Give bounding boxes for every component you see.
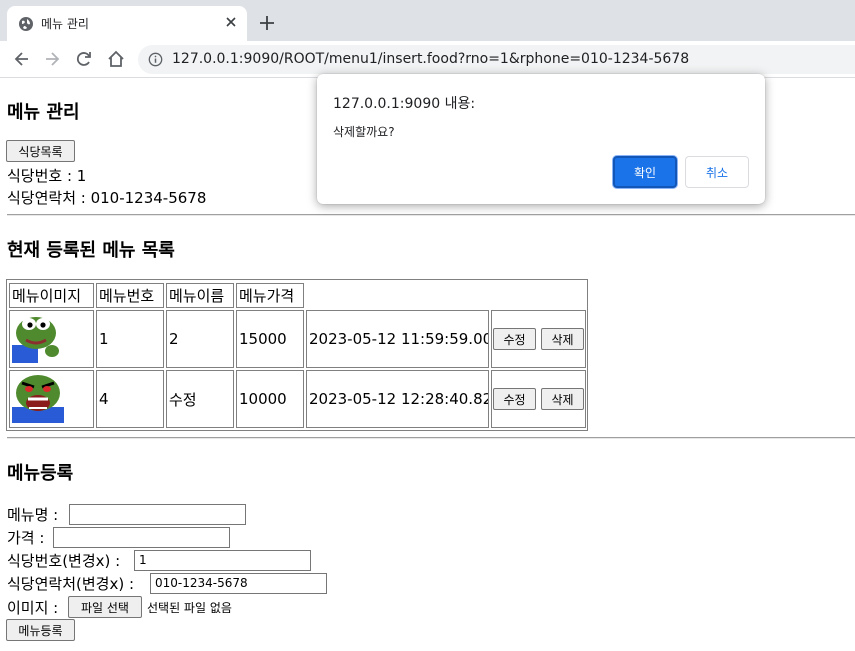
restaurant-no-form-label: 식당번호(변경x) :: [7, 552, 121, 570]
back-arrow-icon[interactable]: [12, 49, 32, 69]
menu-image: [12, 371, 64, 427]
menu-name-input[interactable]: [69, 504, 246, 525]
globe-icon: [18, 16, 34, 36]
file-status-text: 선택된 파일 없음: [147, 601, 232, 615]
ok-button[interactable]: 확인: [613, 156, 677, 188]
image-label: 이미지 :: [7, 599, 59, 617]
browser-tab[interactable]: 메뉴 관리: [7, 6, 247, 41]
restaurant-no-label: 식당번호 : 1: [7, 167, 87, 185]
cancel-button[interactable]: 취소: [685, 156, 749, 188]
tab-title: 메뉴 관리: [41, 17, 89, 31]
table-header: 메뉴가격: [236, 283, 304, 308]
divider: [7, 437, 855, 439]
table-row: [9, 310, 94, 368]
table-header: 메뉴이름: [166, 283, 234, 308]
restaurant-phone-label: 식당연락처 : 010-1234-5678: [7, 189, 207, 207]
home-icon[interactable]: [106, 49, 126, 69]
info-icon[interactable]: [148, 52, 163, 71]
table-cell-name: 2: [166, 310, 234, 368]
menu-list-heading: 현재 등록된 메뉴 목록: [7, 240, 175, 261]
new-tab-icon[interactable]: [257, 13, 277, 33]
table-cell-name: 수정: [166, 370, 234, 428]
delete-button[interactable]: 삭제: [541, 328, 584, 350]
table-cell-price: 10000: [236, 370, 304, 428]
address-bar[interactable]: 127.0.0.1:9090/ROOT/menu1/insert.food?rn…: [138, 45, 855, 74]
table-header: 메뉴번호: [96, 283, 164, 308]
price-input[interactable]: [53, 527, 230, 548]
close-icon[interactable]: [221, 12, 241, 32]
reload-icon[interactable]: [74, 49, 94, 69]
divider: [7, 214, 855, 216]
browser-toolbar: 127.0.0.1:9090/ROOT/menu1/insert.food?rn…: [0, 41, 855, 78]
price-label: 가격 :: [7, 529, 45, 547]
menu-table: 메뉴이미지 메뉴번호 메뉴이름 메뉴가격 1 2 15000 2023-05-1…: [6, 279, 588, 431]
dialog-message: 삭제할까요?: [333, 125, 395, 139]
dialog-title: 127.0.0.1:9090 내용:: [333, 96, 476, 112]
restaurant-no-input[interactable]: 1: [134, 550, 311, 571]
forward-arrow-icon[interactable]: [42, 49, 62, 69]
restaurant-phone-input[interactable]: 010-1234-5678: [150, 573, 327, 594]
table-cell-date: 2023-05-12 12:28:40.828: [306, 370, 489, 428]
table-cell-no: 4: [96, 370, 164, 428]
page-title: 메뉴 관리: [7, 102, 80, 123]
menu-image: [12, 311, 64, 367]
file-select-button[interactable]: 파일 선택: [68, 596, 142, 618]
restaurant-list-button[interactable]: 식당목록: [6, 140, 75, 162]
table-cell-price: 15000: [236, 310, 304, 368]
url-text: 127.0.0.1:9090/ROOT/menu1/insert.food?rn…: [172, 51, 690, 67]
table-header: 메뉴이미지: [9, 283, 94, 308]
restaurant-phone-form-label: 식당연락처(변경x) :: [7, 575, 135, 593]
form-heading: 메뉴등록: [7, 463, 74, 484]
table-cell-no: 1: [96, 310, 164, 368]
table-row: [9, 370, 94, 428]
submit-menu-button[interactable]: 메뉴등록: [6, 619, 75, 641]
edit-button[interactable]: 수정: [493, 388, 536, 410]
edit-button[interactable]: 수정: [493, 328, 536, 350]
table-cell-date: 2023-05-12 11:59:59.005: [306, 310, 489, 368]
tab-strip: 메뉴 관리: [0, 0, 855, 41]
confirm-dialog: 127.0.0.1:9090 내용: 삭제할까요? 확인 취소: [317, 74, 765, 204]
delete-button[interactable]: 삭제: [541, 388, 584, 410]
menu-name-label: 메뉴명 :: [7, 506, 59, 524]
